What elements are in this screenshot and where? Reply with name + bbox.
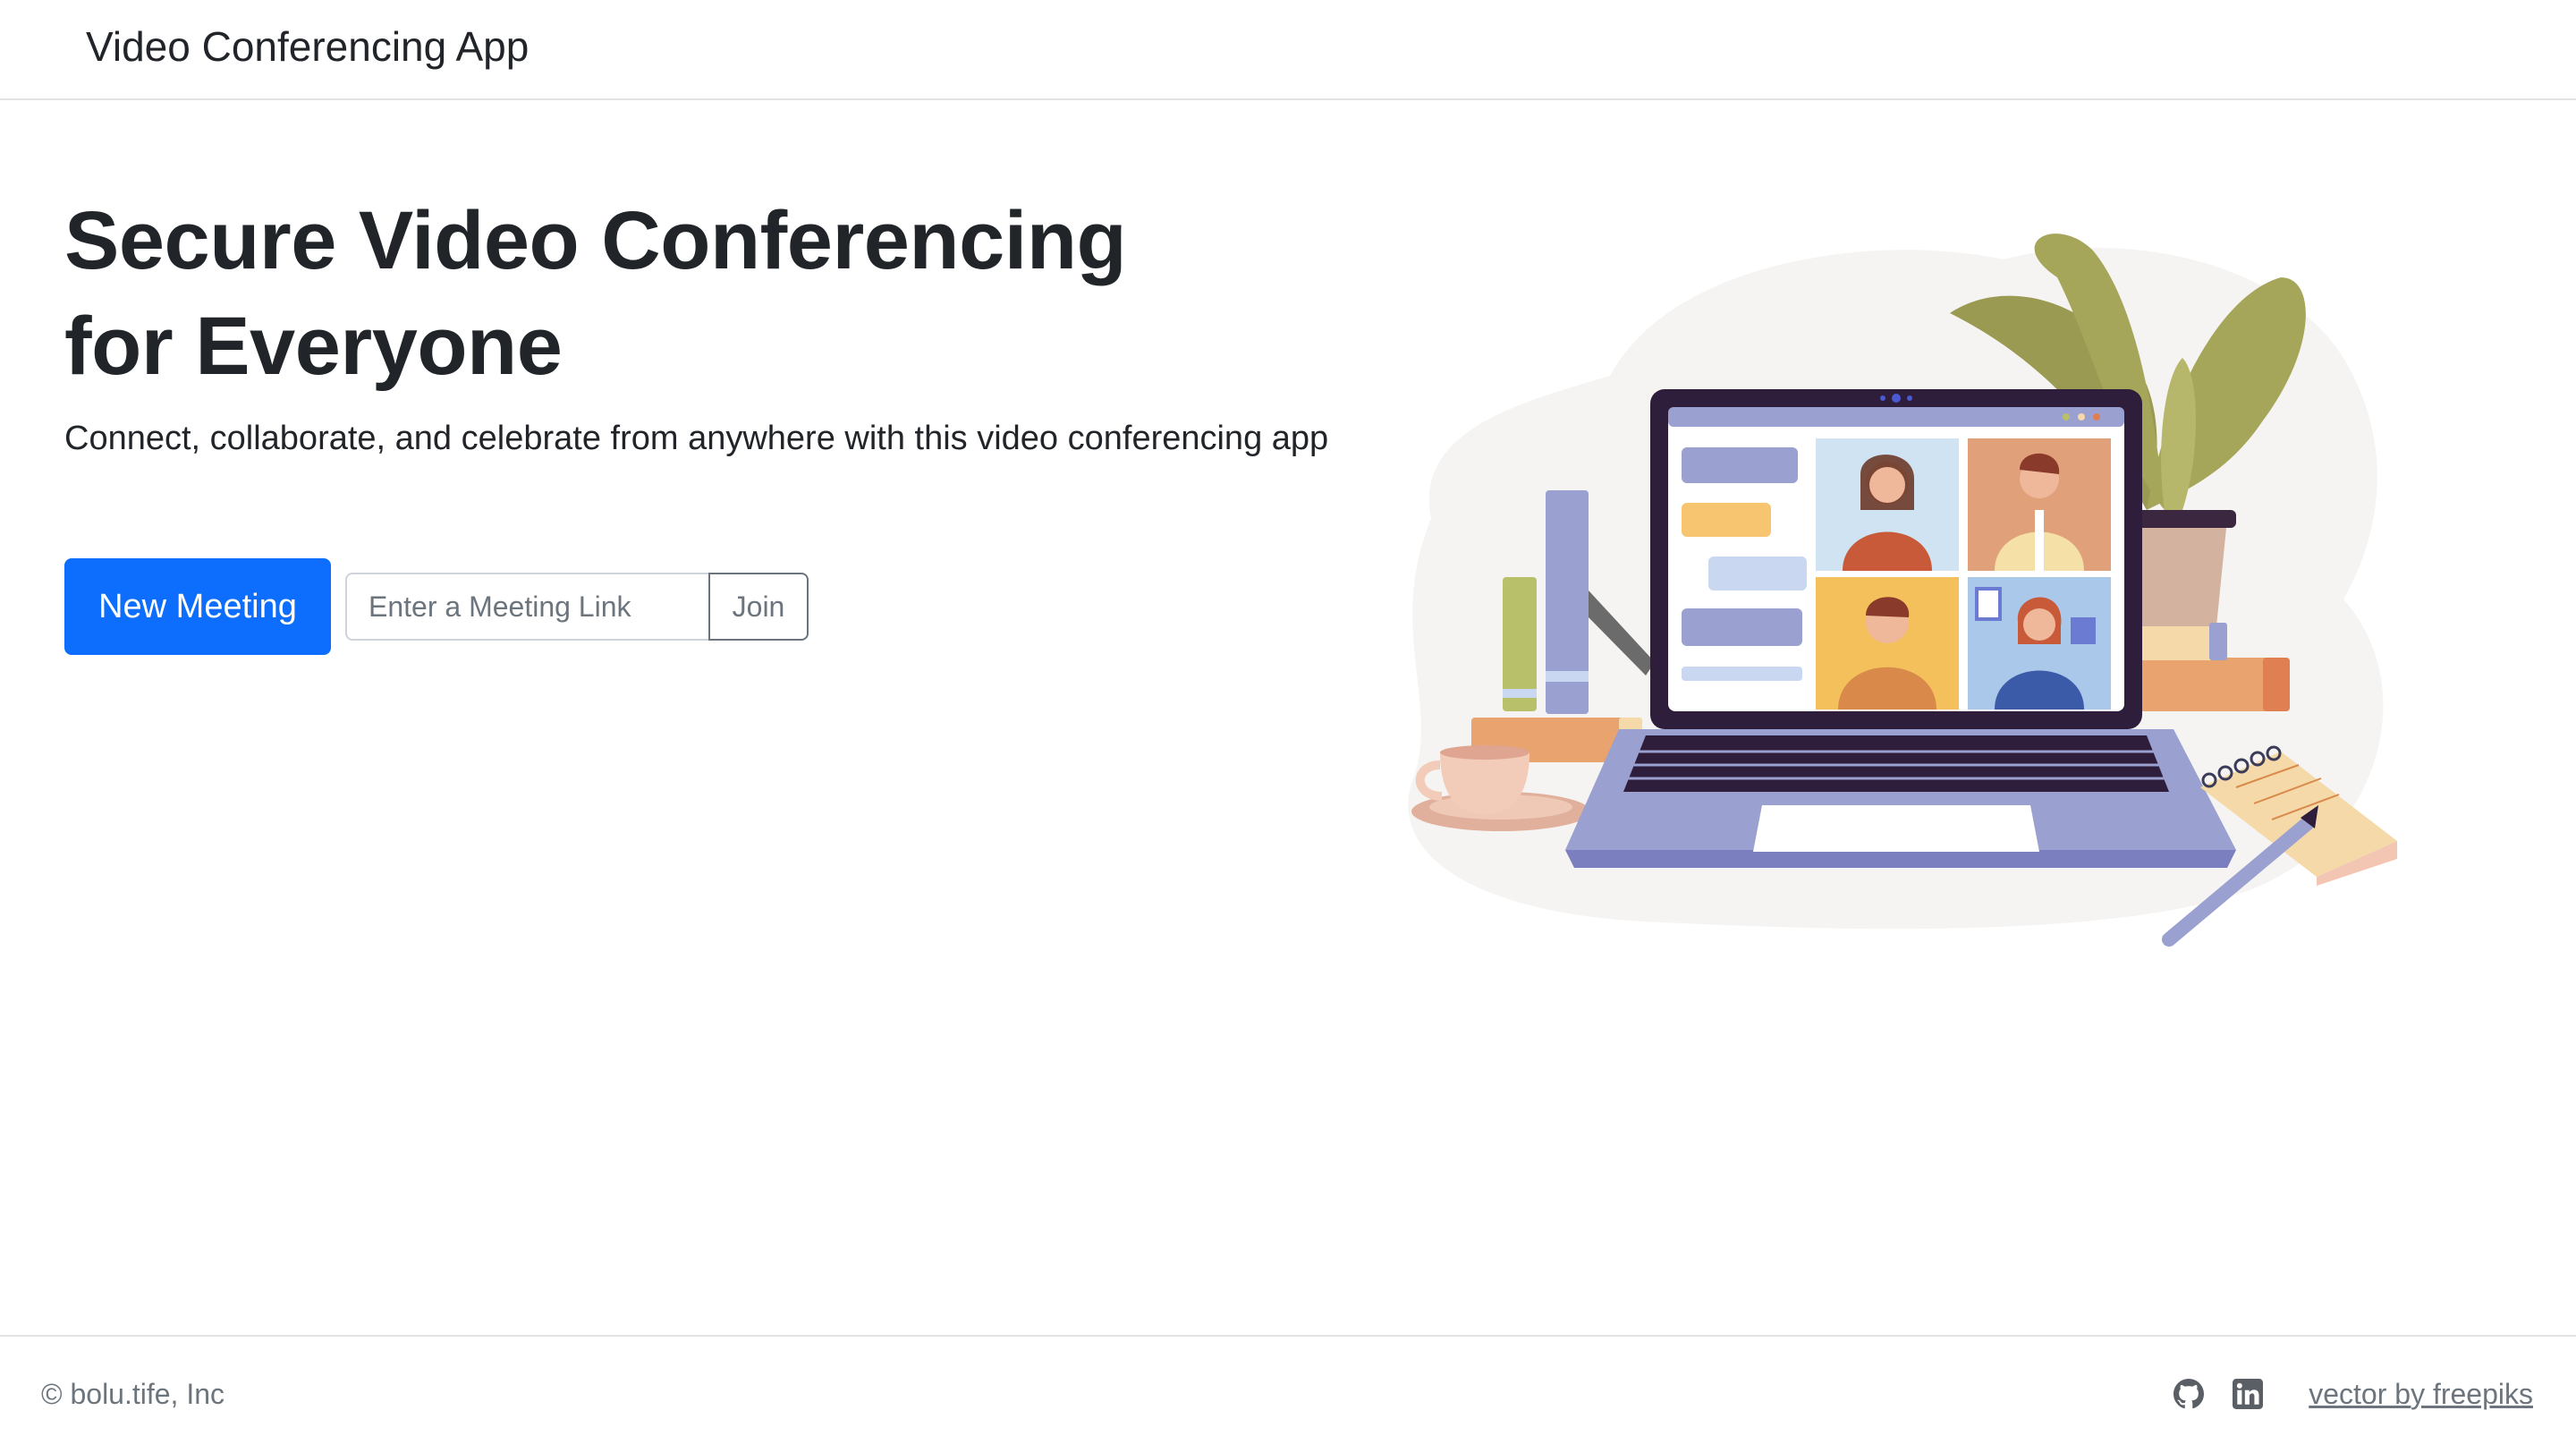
join-meeting-group: Join xyxy=(345,573,809,641)
hero-title-line1: Secure Video Conferencing xyxy=(64,195,1127,286)
navbar: Video Conferencing App xyxy=(0,0,2576,100)
meeting-link-input[interactable] xyxy=(345,573,708,641)
footer: © bolu.tife, Inc vector by freepiks xyxy=(0,1335,2576,1453)
hero-title-line2: for Everyone xyxy=(64,301,563,392)
vector-credit-link[interactable]: vector by freepiks xyxy=(2309,1378,2533,1411)
video-conference-illustration xyxy=(1408,234,2397,947)
footer-links: vector by freepiks xyxy=(2173,1372,2533,1415)
join-button[interactable]: Join xyxy=(708,573,809,641)
hero-title: Secure Video Conferencing for Everyone xyxy=(64,188,1245,399)
hero-subtitle: Connect, collaborate, and celebrate from… xyxy=(64,420,1329,457)
github-icon[interactable] xyxy=(2173,1378,2205,1410)
brand-link[interactable]: Video Conferencing App xyxy=(86,20,529,73)
linkedin-icon[interactable] xyxy=(2232,1378,2264,1410)
new-meeting-button[interactable]: New Meeting xyxy=(64,558,331,655)
copyright-text: © bolu.tife, Inc xyxy=(41,1378,225,1410)
